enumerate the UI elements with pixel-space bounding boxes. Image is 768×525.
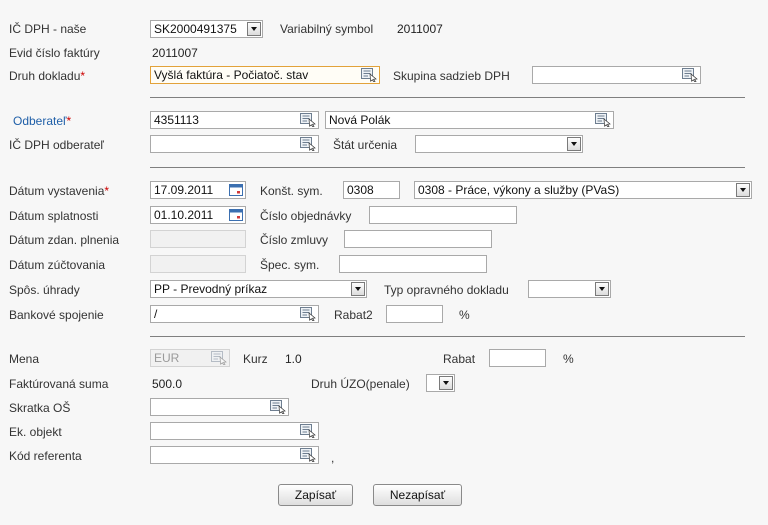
bankove-spojenie-label: Bankové spojenie bbox=[9, 308, 104, 322]
lookup-icon[interactable] bbox=[361, 68, 377, 82]
druh-dokladu-value: Vyšlá faktúra - Počiatoč. stav bbox=[154, 68, 309, 82]
fakturovana-suma-label: Faktúrovaná suma bbox=[9, 377, 109, 391]
chevron-down-icon[interactable] bbox=[736, 183, 750, 197]
skupina-sadzieb-input[interactable] bbox=[532, 66, 701, 84]
calendar-icon[interactable] bbox=[229, 183, 243, 196]
lookup-icon[interactable] bbox=[682, 68, 698, 82]
datum-splatnosti-label: Dátum splatnosti bbox=[9, 209, 99, 223]
ic-dph-odberatel-label: IČ DPH odberateľ bbox=[9, 138, 104, 152]
konst-sym-label: Konšt. sym. bbox=[260, 184, 323, 198]
lookup-icon[interactable] bbox=[270, 400, 286, 414]
datum-zuctovania-label: Dátum zúčtovania bbox=[9, 258, 106, 272]
ek-objekt-input[interactable] bbox=[150, 422, 319, 440]
chevron-down-icon[interactable] bbox=[567, 137, 581, 151]
druh-dokladu-input[interactable]: Vyšlá faktúra - Počiatoč. stav bbox=[150, 66, 380, 84]
kod-referenta-comma: , bbox=[331, 451, 335, 465]
calendar-icon[interactable] bbox=[229, 208, 243, 221]
kurz-value: 1.0 bbox=[285, 352, 302, 366]
lookup-icon[interactable] bbox=[300, 424, 316, 438]
chevron-down-icon[interactable] bbox=[247, 22, 261, 36]
variabilny-symbol-label: Variabilný symbol bbox=[280, 22, 374, 36]
druh-uzo-label: Druh ÚZO(penale) bbox=[311, 377, 410, 391]
mena-input: EUR bbox=[150, 349, 230, 367]
cislo-objednavky-label: Číslo objednávky bbox=[260, 209, 352, 223]
ic-dph-label: IČ DPH - naše bbox=[9, 22, 87, 36]
kod-referenta-input[interactable] bbox=[150, 446, 319, 464]
cislo-zmluvy-label: Číslo zmluvy bbox=[260, 233, 329, 247]
save-button[interactable]: Zapísať bbox=[278, 484, 353, 506]
skratka-os-input[interactable] bbox=[150, 398, 289, 416]
stat-urcenia-select[interactable] bbox=[415, 135, 583, 153]
typ-opravneho-dokladu-label: Typ opravného dokladu bbox=[384, 283, 509, 297]
lookup-icon bbox=[211, 351, 227, 365]
lookup-icon[interactable] bbox=[300, 448, 316, 462]
lookup-icon[interactable] bbox=[595, 113, 611, 127]
konst-sym-select[interactable]: 0308 - Práce, výkony a služby (PVaS) bbox=[414, 181, 752, 199]
datum-splatnosti-input[interactable]: 01.10.2011 bbox=[150, 206, 246, 224]
datum-zuctovania-input bbox=[150, 255, 246, 273]
sposob-uhrady-select[interactable]: PP - Prevodný príkaz bbox=[150, 280, 367, 298]
stat-urcenia-label: Štát určenia bbox=[333, 138, 398, 152]
cancel-button[interactable]: Nezapísať bbox=[373, 484, 462, 506]
variabilny-symbol-value: 2011007 bbox=[397, 22, 443, 36]
rabat2-label: Rabat2 bbox=[334, 308, 373, 322]
ic-dph-select[interactable]: SK2000491375 bbox=[150, 20, 263, 38]
konst-sym-code-input[interactable]: 0308 bbox=[343, 181, 400, 199]
bankove-spojenie-input[interactable]: / bbox=[150, 305, 319, 323]
section-divider bbox=[150, 167, 745, 168]
lookup-icon[interactable] bbox=[300, 137, 316, 151]
typ-opravneho-dokladu-select[interactable] bbox=[528, 280, 611, 298]
fakturovana-suma-value: 500.0 bbox=[152, 377, 183, 391]
lookup-icon[interactable] bbox=[300, 307, 316, 321]
chevron-down-icon[interactable] bbox=[595, 282, 609, 296]
rabat2-percent: % bbox=[459, 308, 470, 322]
cislo-zmluvy-input[interactable] bbox=[344, 230, 492, 248]
druh-uzo-select[interactable] bbox=[426, 374, 455, 392]
chevron-down-icon[interactable] bbox=[351, 282, 365, 296]
odberatel-label[interactable]: Odberateľ* bbox=[13, 114, 71, 128]
ic-dph-value: SK2000491375 bbox=[154, 22, 237, 36]
rabat-input[interactable] bbox=[489, 349, 546, 367]
datum-vystavenia-input[interactable]: 17.09.2011 bbox=[150, 181, 246, 199]
datum-zdan-plnenia-label: Dátum zdan. plnenia bbox=[9, 233, 120, 247]
odberatel-name-input[interactable]: Nová Polák bbox=[325, 111, 614, 129]
kurz-label: Kurz bbox=[243, 352, 268, 366]
spec-sym-input[interactable] bbox=[339, 255, 487, 273]
rabat2-input[interactable] bbox=[386, 305, 443, 323]
datum-vystavenia-label: Dátum vystavenia* bbox=[9, 184, 110, 198]
evid-cislo-value: 2011007 bbox=[152, 46, 198, 60]
druh-dokladu-label: Druh dokladu* bbox=[9, 69, 86, 83]
skratka-os-label: Skratka OŠ bbox=[9, 401, 71, 415]
sposob-uhrady-label: Spôs. úhrady bbox=[9, 283, 80, 297]
rabat-percent: % bbox=[563, 352, 574, 366]
datum-zdan-plnenia-input bbox=[150, 230, 246, 248]
cislo-objednavky-input[interactable] bbox=[369, 206, 517, 224]
spec-sym-label: Špec. sym. bbox=[260, 258, 320, 272]
ic-dph-odberatel-input[interactable] bbox=[150, 135, 319, 153]
rabat-label: Rabat bbox=[443, 352, 476, 366]
kod-referenta-label: Kód referenta bbox=[9, 449, 82, 463]
section-divider bbox=[150, 336, 745, 337]
evid-cislo-label: Evid číslo faktúry bbox=[9, 46, 100, 60]
lookup-icon[interactable] bbox=[300, 113, 316, 127]
section-divider bbox=[150, 97, 745, 98]
chevron-down-icon[interactable] bbox=[439, 376, 453, 390]
ek-objekt-label: Ek. objekt bbox=[9, 425, 62, 439]
skupina-sadzieb-label: Skupina sadzieb DPH bbox=[393, 69, 510, 83]
mena-label: Mena bbox=[9, 352, 40, 366]
odberatel-code-input[interactable]: 4351113 bbox=[150, 111, 319, 129]
